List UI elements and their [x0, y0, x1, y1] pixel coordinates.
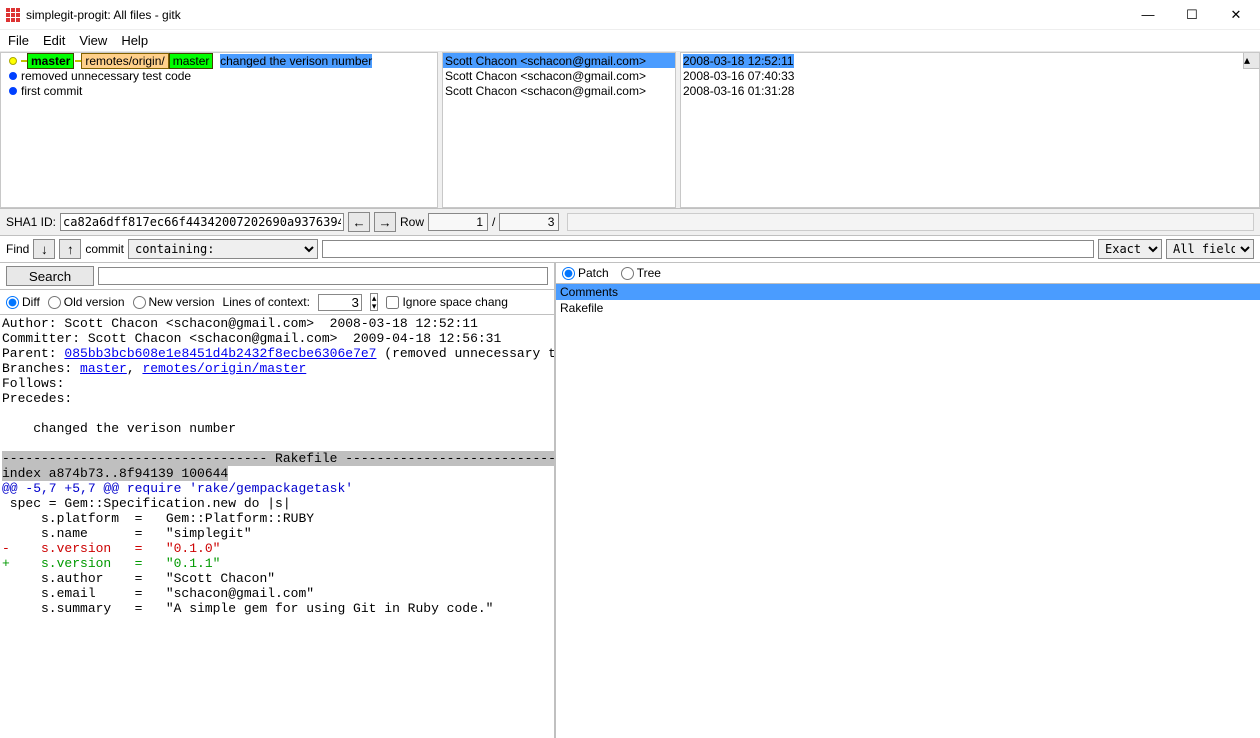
row-label: Row [400, 215, 424, 229]
branch-link[interactable]: master [80, 361, 127, 376]
date-row[interactable]: 2008-03-16 07:40:33 [681, 68, 1259, 83]
commit-dot-icon [9, 72, 17, 80]
find-input[interactable] [322, 240, 1094, 258]
author-row[interactable]: Scott Chacon <schacon@gmail.com> [443, 53, 675, 68]
titlebar: simplegit-progit: All files - gitk — ☐ ✕ [0, 0, 1260, 30]
view-mode-options: Patch Tree [556, 263, 1260, 284]
app-icon [6, 8, 20, 22]
ref-remote[interactable]: remotes/origin/ [81, 53, 168, 69]
find-prev-button[interactable]: ↑ [59, 239, 81, 259]
branch-link[interactable]: remotes/origin/master [142, 361, 306, 376]
author-row[interactable]: Scott Chacon <schacon@gmail.com> [443, 83, 675, 98]
commit-message: removed unnecessary test code [21, 69, 191, 83]
diff-text[interactable]: Author: Scott Chacon <schacon@gmail.com>… [0, 315, 554, 738]
find-label: Find [6, 242, 29, 256]
find-bar: Find ↓ ↑ commit containing: Exact All fi… [0, 236, 1260, 263]
parent-link[interactable]: 085bb3bcb608e1e8451d4b2432f8ecbe6306e7e7 [64, 346, 376, 361]
diff-options: Diff Old version New version Lines of co… [0, 290, 554, 315]
file-list-pane: Patch Tree Comments Rakefile [556, 263, 1260, 738]
menubar: File Edit View Help [0, 30, 1260, 51]
tree-radio[interactable]: Tree [621, 266, 661, 280]
sha-bar: SHA1 ID: ← → Row 1 / 3 [0, 209, 1260, 236]
sha-label: SHA1 ID: [6, 215, 56, 229]
row-total: 3 [499, 213, 559, 231]
history-panes: masterremotes/origin/master changed the … [0, 51, 1260, 209]
find-match-select[interactable]: Exact [1098, 239, 1162, 259]
date-row[interactable]: 2008-03-18 12:52:11 [681, 53, 1259, 68]
find-mode-select[interactable]: containing: [128, 239, 318, 259]
lines-context-input[interactable] [318, 294, 362, 311]
find-commit-label: commit [85, 242, 124, 256]
old-version-radio[interactable]: Old version [48, 295, 125, 309]
file-item-rakefile[interactable]: Rakefile [556, 300, 1260, 316]
author-list[interactable]: Scott Chacon <schacon@gmail.com> Scott C… [442, 52, 676, 208]
new-version-radio[interactable]: New version [133, 295, 215, 309]
minimize-button[interactable]: — [1126, 1, 1170, 29]
nav-back-button[interactable]: ← [348, 212, 370, 232]
date-list[interactable]: 2008-03-18 12:52:11 2008-03-16 07:40:33 … [680, 52, 1260, 208]
spinner-arrows-icon[interactable]: ▴▾ [370, 293, 379, 311]
menu-file[interactable]: File [8, 33, 29, 48]
file-item-comments[interactable]: Comments [556, 284, 1260, 300]
commit-message: first commit [21, 84, 82, 98]
diff-pane: Search Diff Old version New version Line… [0, 263, 556, 738]
scroll-up-icon[interactable]: ▴ [1243, 53, 1259, 69]
sha-input[interactable] [60, 213, 344, 231]
window-title: simplegit-progit: All files - gitk [26, 8, 1126, 22]
nav-forward-button[interactable]: → [374, 212, 396, 232]
ignore-space-checkbox[interactable]: Ignore space chang [386, 295, 507, 309]
menu-edit[interactable]: Edit [43, 33, 65, 48]
commit-message: changed the verison number [220, 54, 372, 68]
ref-master[interactable]: master [27, 53, 74, 69]
search-input[interactable] [98, 267, 548, 285]
lines-context-label: Lines of context: [223, 295, 310, 309]
ref-remote-master[interactable]: master [169, 53, 214, 69]
date-row[interactable]: 2008-03-16 01:31:28 [681, 83, 1259, 98]
commit-list[interactable]: masterremotes/origin/master changed the … [0, 52, 438, 208]
commit-dot-icon [9, 57, 17, 65]
close-button[interactable]: ✕ [1214, 1, 1258, 29]
maximize-button[interactable]: ☐ [1170, 1, 1214, 29]
menu-help[interactable]: Help [121, 33, 148, 48]
menu-view[interactable]: View [79, 33, 107, 48]
status-bar [567, 213, 1254, 231]
commit-dot-icon [9, 87, 17, 95]
search-bar: Search [0, 263, 554, 290]
commit-row[interactable]: first commit [1, 83, 437, 98]
patch-radio[interactable]: Patch [562, 266, 609, 280]
commit-row[interactable]: removed unnecessary test code [1, 68, 437, 83]
commit-row[interactable]: masterremotes/origin/master changed the … [1, 53, 437, 68]
search-button[interactable]: Search [6, 266, 94, 286]
file-list[interactable]: Comments Rakefile [556, 284, 1260, 738]
find-fields-select[interactable]: All fields [1166, 239, 1254, 259]
find-next-button[interactable]: ↓ [33, 239, 55, 259]
lower-panes: Search Diff Old version New version Line… [0, 263, 1260, 738]
row-current: 1 [428, 213, 488, 231]
row-sep: / [492, 215, 495, 229]
author-row[interactable]: Scott Chacon <schacon@gmail.com> [443, 68, 675, 83]
diff-radio[interactable]: Diff [6, 295, 40, 309]
